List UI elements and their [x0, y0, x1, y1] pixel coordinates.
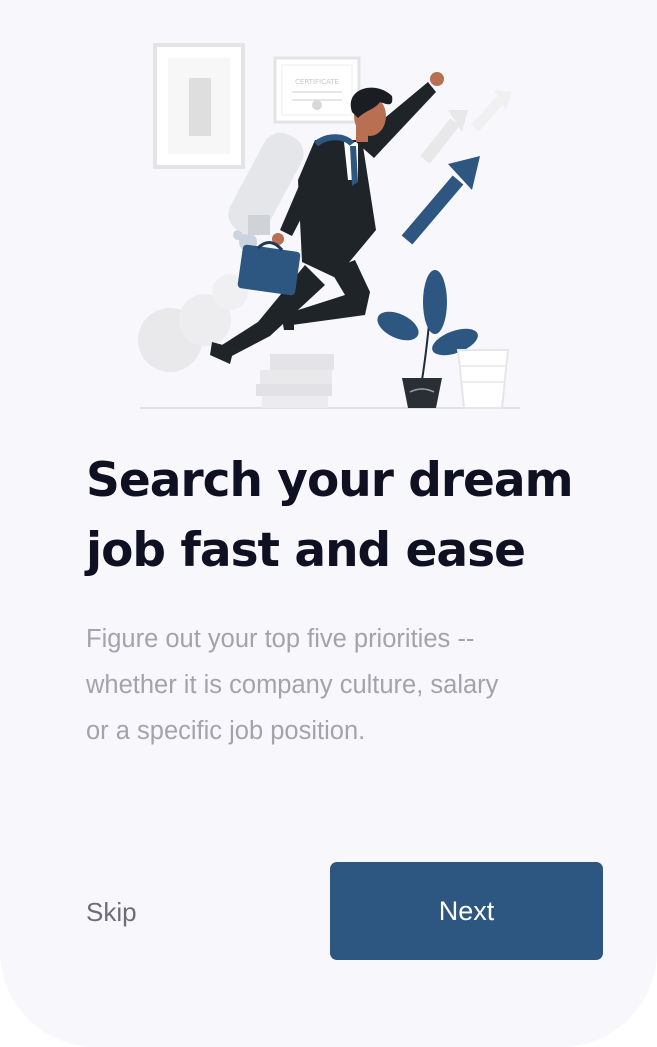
- title-line-2: job fast and ease: [86, 523, 526, 578]
- waste-basket: [456, 349, 510, 409]
- growth-arrows-faded: [420, 90, 512, 164]
- description-line-3: or a specific job position.: [86, 717, 366, 745]
- job-seeker-illustration: CERTIFICATE: [138, 43, 520, 409]
- book-stack: [256, 354, 334, 408]
- growth-arrow-icon: [401, 156, 480, 245]
- skip-button[interactable]: Skip: [86, 892, 137, 932]
- onboarding-screen: CERTIFICATE Search your dream job fast a…: [0, 0, 657, 1047]
- onboarding-description: Figure out your top five priorities -- w…: [86, 616, 586, 754]
- description-line-1: Figure out your top five priorities --: [86, 625, 475, 653]
- picture-frame: [153, 43, 245, 169]
- title-line-1: Search your dream: [86, 453, 574, 508]
- certificate-frame: CERTIFICATE: [273, 56, 361, 124]
- certificate-label: CERTIFICATE: [295, 78, 339, 86]
- onboarding-title: Search your dream job fast and ease: [86, 446, 626, 586]
- description-line-2: whether it is company culture, salary: [86, 671, 499, 699]
- next-button[interactable]: Next: [330, 862, 603, 960]
